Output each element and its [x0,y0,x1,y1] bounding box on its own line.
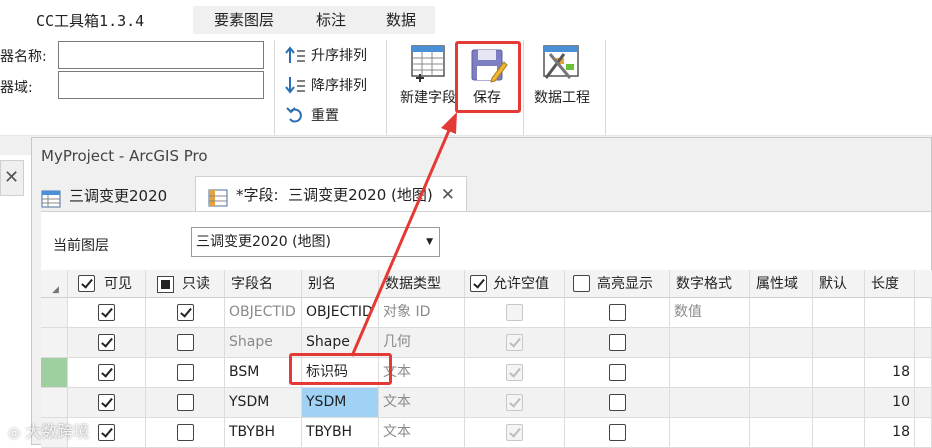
watermark-text: 大数跨境 [25,422,90,441]
watermark: ◎ 大数跨境 [8,418,89,442]
watermark-logo-icon: ◎ [8,425,21,441]
annotation-arrow [350,112,457,357]
